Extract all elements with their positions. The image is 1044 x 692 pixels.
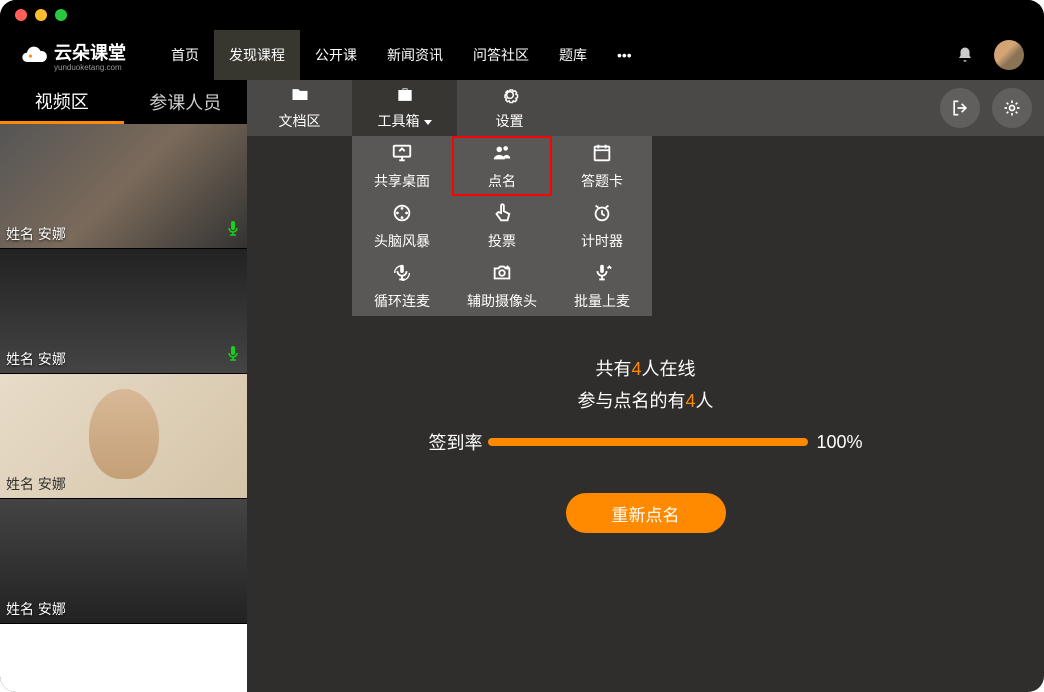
user-avatar[interactable] [994, 40, 1024, 70]
nav-discover-courses[interactable]: 发现课程 [214, 30, 300, 80]
calendar-card-icon [590, 142, 614, 167]
participant-name: 姓名 安娜 [6, 599, 66, 619]
toolbox-panel: 共享桌面 点名 答题卡 头脑风暴 投票 [352, 136, 652, 316]
rate-label: 签到率 [428, 429, 482, 455]
toolbox-dropdown[interactable]: 工具箱 [352, 80, 457, 136]
nav-more[interactable]: ••• [602, 30, 647, 80]
tool-answer-card[interactable]: 答题卡 [552, 136, 652, 196]
tool-batch-mic[interactable]: 批量上麦 [552, 256, 652, 316]
attendance-rate-row: 签到率 100% [428, 429, 862, 455]
monitor-share-icon [390, 142, 414, 167]
close-window-button[interactable] [15, 9, 27, 21]
tool-label: 设置 [496, 111, 524, 131]
tool-cycle-mic[interactable]: 循环连麦 [352, 256, 452, 316]
participant-name: 姓名 安娜 [6, 224, 66, 244]
mic-cycle-icon [390, 262, 414, 287]
tool-label: 辅助摄像头 [467, 291, 537, 311]
tab-video-area[interactable]: 视频区 [0, 80, 124, 124]
gear-icon [1002, 98, 1022, 118]
settings-button[interactable]: 设置 [457, 80, 562, 136]
participate-count-text: 参与点名的有4人 [577, 387, 713, 413]
restart-rollcall-button[interactable]: 重新点名 [566, 493, 726, 533]
tool-roll-call[interactable]: 点名 [452, 136, 552, 196]
logo[interactable]: 云朵课堂 yunduoketang.com [20, 39, 126, 72]
rate-value: 100% [816, 432, 862, 453]
tool-label: 批量上麦 [574, 291, 630, 311]
notification-bell-icon[interactable] [956, 46, 974, 64]
tool-label: 投票 [488, 231, 516, 251]
logo-text: 云朵课堂 [54, 39, 126, 65]
camera-plus-icon [490, 262, 514, 287]
folder-icon [289, 85, 311, 108]
gear-icon [499, 85, 521, 108]
tool-label: 循环连麦 [374, 291, 430, 311]
exit-button[interactable] [940, 88, 980, 128]
exit-icon [950, 98, 970, 118]
nav-qa-community[interactable]: 问答社区 [458, 30, 544, 80]
online-count-text: 共有4人在线 [595, 355, 695, 381]
rate-progress-bar [488, 438, 808, 446]
cloud-logo-icon [20, 41, 48, 69]
participant-name: 姓名 安娜 [6, 474, 66, 494]
participant-video[interactable]: 姓名 安娜 [0, 374, 247, 499]
tab-participants[interactable]: 参课人员 [124, 80, 248, 124]
maximize-window-button[interactable] [55, 9, 67, 21]
tool-label: 工具箱 [378, 111, 432, 131]
top-nav: 云朵课堂 yunduoketang.com 首页 发现课程 公开课 新闻资讯 问… [0, 30, 1044, 80]
participant-video-empty[interactable] [0, 624, 247, 692]
tool-label: 头脑风暴 [374, 231, 430, 251]
tool-label: 计时器 [581, 231, 623, 251]
participant-video[interactable]: 姓名 安娜 [0, 124, 247, 249]
tool-brainstorm[interactable]: 头脑风暴 [352, 196, 452, 256]
tool-share-desktop[interactable]: 共享桌面 [352, 136, 452, 196]
people-icon [490, 142, 514, 167]
tool-timer[interactable]: 计时器 [552, 196, 652, 256]
touch-icon [490, 202, 514, 227]
participant-video[interactable]: 姓名 安娜 [0, 499, 247, 624]
tool-label: 答题卡 [581, 171, 623, 191]
nav-question-bank[interactable]: 题库 [544, 30, 602, 80]
mic-active-icon [227, 346, 239, 367]
chevron-down-icon [424, 120, 432, 125]
main-toolbar: 文档区 工具箱 设置 [247, 80, 1044, 136]
nav-open-courses[interactable]: 公开课 [300, 30, 372, 80]
participant-video[interactable]: 姓名 安娜 [0, 249, 247, 374]
tool-aux-camera[interactable]: 辅助摄像头 [452, 256, 552, 316]
tool-label: 文档区 [279, 111, 321, 131]
participant-name: 姓名 安娜 [6, 349, 66, 369]
film-reel-icon [390, 202, 414, 227]
mic-up-icon [590, 262, 614, 287]
tool-vote[interactable]: 投票 [452, 196, 552, 256]
nav-news[interactable]: 新闻资讯 [372, 30, 458, 80]
tab-document-area[interactable]: 文档区 [247, 80, 352, 136]
briefcase-icon [394, 85, 416, 108]
settings-circle-button[interactable] [992, 88, 1032, 128]
nav-home[interactable]: 首页 [156, 30, 214, 80]
window-titlebar [0, 0, 1044, 30]
alarm-clock-icon [590, 202, 614, 227]
tool-label: 共享桌面 [374, 171, 430, 191]
logo-subtext: yunduoketang.com [54, 63, 126, 72]
video-sidebar: 视频区 参课人员 姓名 安娜 姓名 安娜 姓名 安娜 姓名 安娜 [0, 80, 247, 692]
mic-active-icon [227, 221, 239, 242]
tool-label: 点名 [488, 171, 516, 191]
minimize-window-button[interactable] [35, 9, 47, 21]
